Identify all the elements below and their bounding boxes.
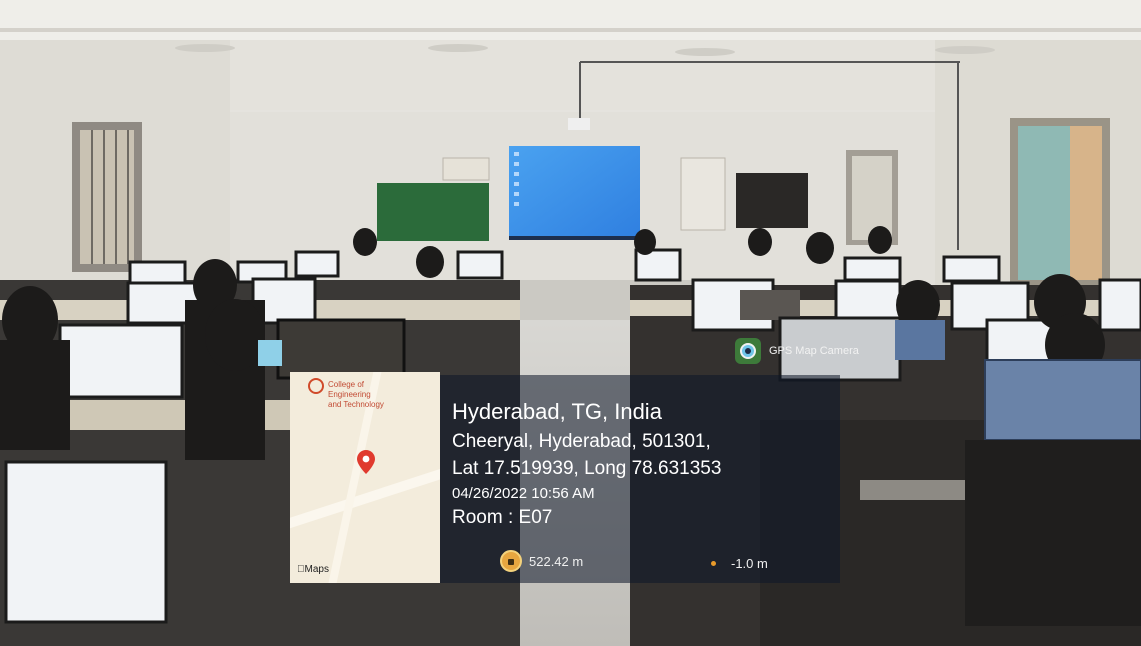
notice-board bbox=[736, 173, 808, 228]
map-pin-icon bbox=[357, 450, 375, 474]
secondary-reading: -1.0 m bbox=[731, 556, 768, 571]
map-place-label: College of Engineering and Technology bbox=[328, 380, 384, 409]
altitude-value: 522.42 m bbox=[529, 553, 584, 569]
room-label: Room : E07 bbox=[452, 507, 553, 528]
location-details: Hyderabad, TG, India Cheeryal, Hyderabad… bbox=[452, 399, 722, 528]
projector bbox=[568, 118, 590, 130]
app-name: GPS Map Camera bbox=[769, 345, 859, 357]
photo-scene: College of Engineering and Technology M… bbox=[0, 0, 1141, 646]
altitude-icon bbox=[500, 550, 522, 572]
green-board bbox=[377, 183, 489, 241]
projector-screen bbox=[509, 146, 640, 240]
address-line: Cheeryal, Hyderabad, 501301, bbox=[452, 431, 711, 452]
timestamp: 04/26/2022 10:56 AM bbox=[452, 485, 595, 502]
location-title: Hyderabad, TG, India bbox=[452, 399, 662, 424]
coordinates: Lat 17.519939, Long 78.631353 bbox=[452, 458, 722, 479]
altitude-row: 522.42 m bbox=[500, 550, 583, 572]
maps-attribution: Maps bbox=[297, 564, 329, 575]
map-thumbnail: College of Engineering and Technology M… bbox=[290, 372, 440, 583]
college-logo-icon bbox=[308, 378, 324, 394]
gps-map-camera-badge: GPS Map Camera bbox=[735, 338, 859, 364]
gps-camera-icon bbox=[735, 338, 761, 364]
sensor-dot-icon bbox=[711, 561, 716, 566]
